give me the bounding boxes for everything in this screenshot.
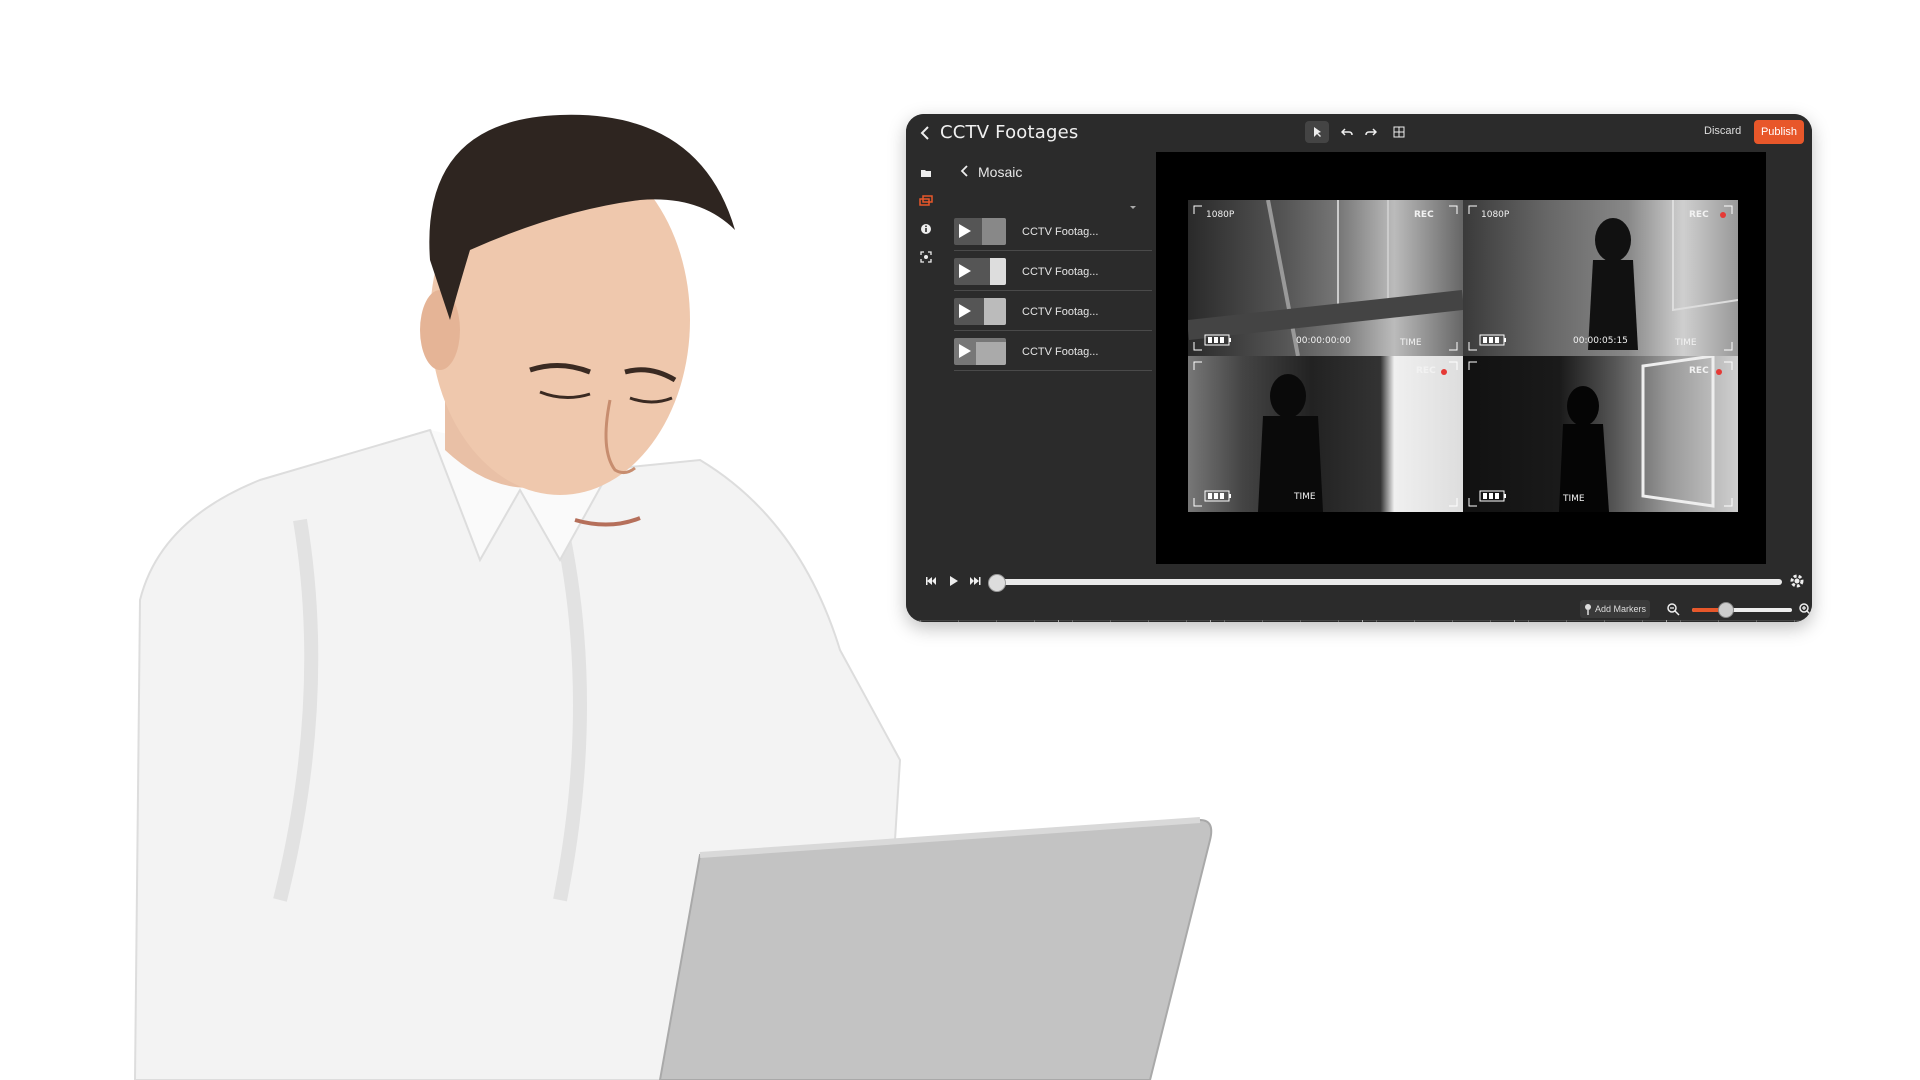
timecode: 00:00:00:00 (1296, 336, 1351, 346)
preview-area: 1080P REC 00:00:00:00 TIME 1080P REC 00:… (1156, 152, 1766, 564)
ruler-minor-tick (996, 620, 997, 622)
zoom-handle[interactable] (1718, 602, 1734, 618)
ruler-minor-tick (1262, 620, 1263, 622)
add-markers-label: Add Markers (1595, 604, 1647, 614)
list-item[interactable]: CCTV Footag... (954, 334, 1152, 371)
time-label: TIME (1563, 494, 1585, 504)
list-item[interactable]: CCTV Footag... (954, 294, 1152, 331)
cursor-icon[interactable] (1305, 121, 1329, 143)
ruler-minor-tick (1072, 620, 1073, 622)
ruler-minor-tick (1490, 620, 1491, 622)
side-rail (906, 152, 946, 572)
undo-icon[interactable] (1335, 121, 1359, 143)
discard-button[interactable]: Discard (1704, 125, 1741, 137)
gear-icon[interactable] (1788, 572, 1806, 590)
step-back-icon[interactable] (922, 572, 940, 590)
rec-label: REC (1689, 210, 1709, 220)
folder-icon[interactable] (915, 162, 937, 184)
zoom-out-icon[interactable] (1666, 602, 1680, 616)
ruler-major-tick (1362, 620, 1363, 622)
publish-button[interactable]: Publish (1754, 120, 1804, 144)
ruler-minor-tick (1680, 620, 1681, 622)
playhead-handle[interactable] (988, 574, 1006, 592)
focus-icon[interactable] (915, 246, 937, 268)
mosaic-panel: Mosaic CCTV Footag... CCTV Footag... CCT… (946, 152, 1156, 564)
add-markers-button[interactable]: Add Markers (1580, 600, 1651, 618)
ruler-minor-tick (1224, 620, 1225, 622)
time-label: TIME (1294, 492, 1316, 502)
ruler-minor-tick (1756, 620, 1757, 622)
camera-feed[interactable]: 1080P REC 00:00:05:15 TIME (1463, 200, 1738, 356)
grid-icon[interactable] (1387, 121, 1411, 143)
ruler-minor-tick (1300, 620, 1301, 622)
battery-icon (1479, 490, 1506, 502)
ruler-minor-tick (958, 620, 959, 622)
camera-feed[interactable]: REC TIME (1188, 356, 1463, 512)
camera-feed[interactable]: 1080P REC 00:00:00:00 TIME (1188, 200, 1463, 356)
ruler-minor-tick (1452, 620, 1453, 622)
clip-label: CCTV Footag... (1022, 266, 1099, 278)
laptop (658, 818, 1213, 1080)
panel-title: Mosaic (978, 164, 1023, 180)
list-item[interactable]: CCTV Footag... (954, 214, 1152, 251)
scrubber-bar[interactable] (988, 574, 1782, 592)
zoom-in-icon[interactable] (1798, 602, 1812, 616)
ruler-minor-tick (1034, 620, 1035, 622)
ruler-minor-tick (1642, 620, 1643, 622)
layers-icon[interactable] (915, 190, 937, 212)
ruler-major-tick (1058, 620, 1059, 622)
ruler-minor-tick (1338, 620, 1339, 622)
list-item[interactable]: CCTV Footag... (954, 254, 1152, 291)
battery-icon (1204, 334, 1231, 346)
mosaic-video-grid: 1080P REC 00:00:00:00 TIME 1080P REC 00:… (1188, 200, 1738, 512)
play-icon[interactable] (944, 572, 962, 590)
zoom-slider[interactable] (1692, 602, 1792, 618)
time-label: TIME (1675, 338, 1697, 348)
ruler-minor-tick (1566, 620, 1567, 622)
chevron-down-icon[interactable] (1126, 200, 1140, 210)
clip-thumbnail (954, 298, 1006, 325)
clip-label: CCTV Footag... (1022, 346, 1099, 358)
ruler-minor-tick (1148, 620, 1149, 622)
pin-icon (1585, 604, 1591, 615)
video-editor-window: CCTV Footages Discard Publish Mosaic CCT… (906, 114, 1812, 622)
editor-topbar: CCTV Footages Discard Publish (906, 114, 1812, 152)
ruler-minor-tick (1110, 620, 1111, 622)
playback-controls: Add Markers 00:1500:3000:4501:0001:15 (906, 564, 1812, 622)
clip-label: CCTV Footag... (1022, 306, 1099, 318)
right-strip (1766, 152, 1812, 564)
info-icon[interactable] (915, 218, 937, 240)
ruler-minor-tick (1414, 620, 1415, 622)
resolution-label: 1080P (1206, 210, 1235, 220)
rec-label: REC (1416, 366, 1436, 376)
page-title: CCTV Footages (940, 122, 1079, 143)
step-forward-icon[interactable] (966, 572, 984, 590)
redo-icon[interactable] (1359, 121, 1383, 143)
ruler-minor-tick (1376, 620, 1377, 622)
clip-thumbnail (954, 338, 1006, 365)
ruler-major-tick (1210, 620, 1211, 622)
ruler-minor-tick (920, 620, 921, 622)
battery-icon (1204, 490, 1231, 502)
time-label: TIME (1400, 338, 1422, 348)
ruler-minor-tick (1528, 620, 1529, 622)
ruler-minor-tick (1794, 620, 1795, 622)
resolution-label: 1080P (1481, 210, 1510, 220)
ruler-minor-tick (1718, 620, 1719, 622)
clip-thumbnail (954, 258, 1006, 285)
back-icon[interactable] (914, 122, 936, 144)
clip-thumbnail (954, 218, 1006, 245)
rec-label: REC (1414, 210, 1434, 220)
ruler-minor-tick (1604, 620, 1605, 622)
ruler-minor-tick (1186, 620, 1187, 622)
timeline-ruler[interactable]: 00:1500:3000:4501:0001:15 (906, 620, 1812, 622)
rec-label: REC (1689, 366, 1709, 376)
timecode: 00:00:05:15 (1573, 336, 1628, 346)
camera-feed[interactable]: REC TIME (1463, 356, 1738, 512)
chevron-left-icon[interactable] (956, 162, 974, 180)
ruler-major-tick (1666, 620, 1667, 622)
battery-icon (1479, 334, 1506, 346)
ruler-major-tick (1514, 620, 1515, 622)
clip-label: CCTV Footag... (1022, 226, 1099, 238)
